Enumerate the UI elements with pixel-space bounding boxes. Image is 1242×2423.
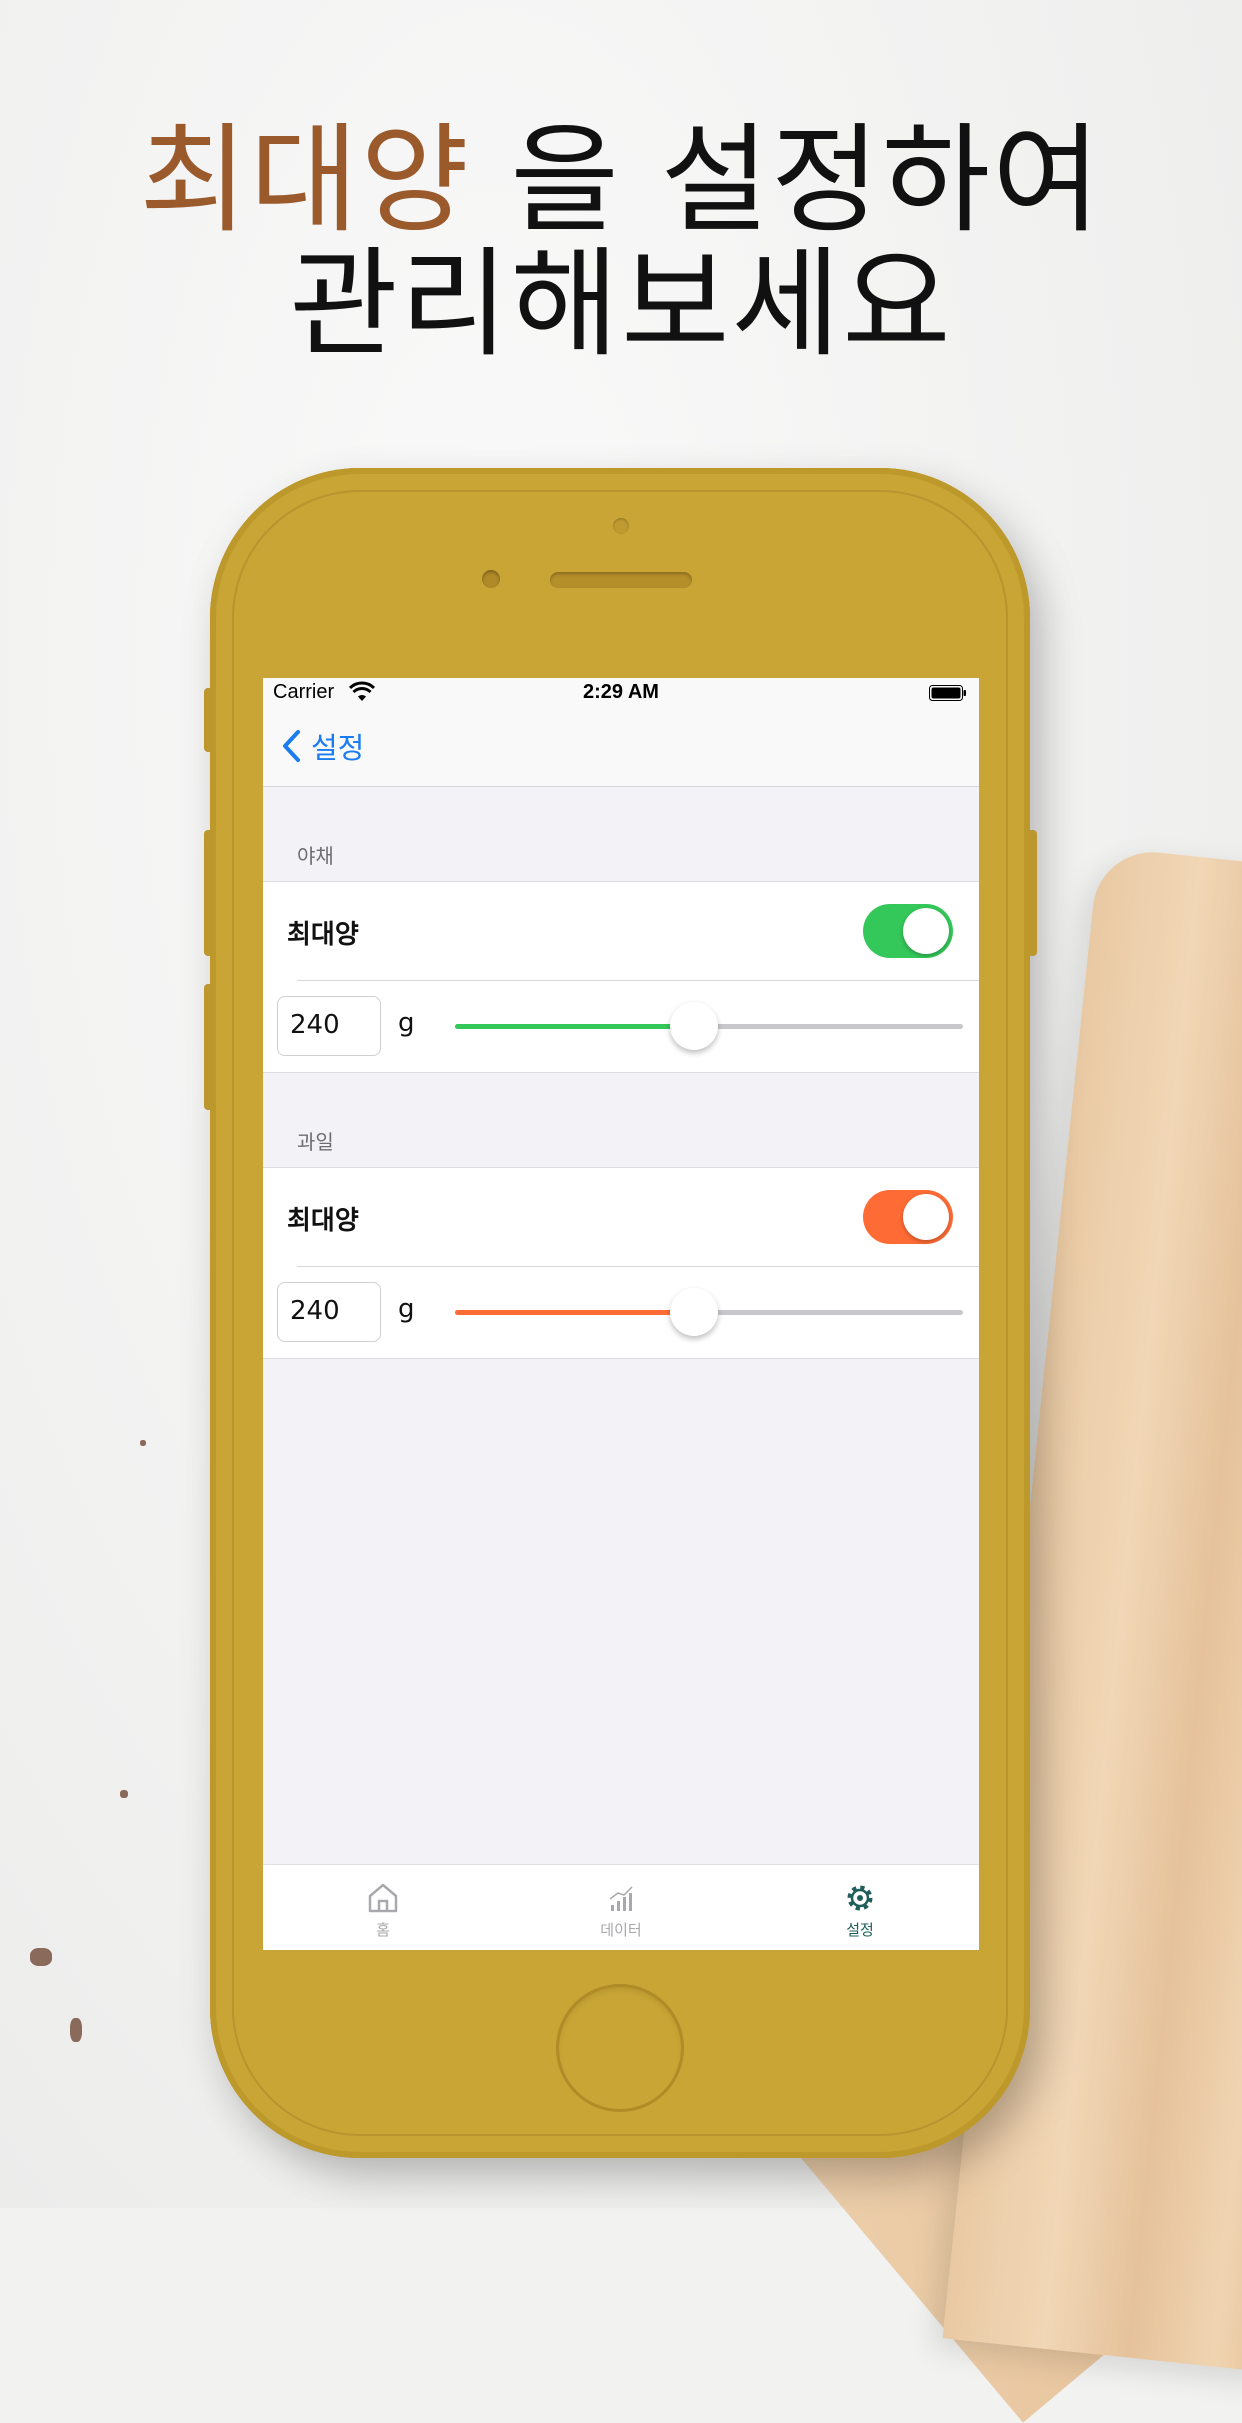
tab-data[interactable]: 데이터 [561, 1873, 681, 1940]
section-header-vegetables: 야채 [297, 844, 334, 868]
crumb [30, 1948, 52, 1966]
mute-switch [204, 688, 214, 752]
proximity-sensor [482, 570, 500, 588]
unit-label: g [398, 1294, 415, 1324]
max-amount-label: 최대양 [287, 1206, 359, 1236]
home-button[interactable] [556, 1984, 684, 2112]
tab-settings[interactable]: 설정 [800, 1873, 920, 1940]
tab-home-label: 홈 [376, 1921, 390, 1939]
crumb [140, 1440, 146, 1446]
quantity-slider[interactable] [455, 1288, 963, 1336]
section-fruits: 최대양 240 g [263, 1167, 979, 1359]
tab-data-label: 데이터 [600, 1921, 642, 1939]
row-separator [297, 980, 979, 981]
section-header-fruits: 과일 [297, 1130, 334, 1154]
max-amount-toggle[interactable] [863, 1190, 953, 1244]
headline-line1: 을 설정하여 [470, 111, 1103, 249]
gear-icon [847, 1885, 873, 1911]
quantity-value: 240 [290, 1296, 340, 1326]
headline-accent: 최대양 [139, 111, 471, 249]
power-button [1027, 830, 1037, 956]
app-screen: Carrier 2:29 AM 설정 야채 최대양 240 g 과일 최대양 2… [263, 678, 979, 1950]
slider-thumb[interactable] [669, 1288, 718, 1336]
slider-fill [455, 1024, 694, 1029]
headline: 최대양 을 설정하여 관리해보세요 [0, 118, 1242, 366]
chart-icon [609, 1886, 633, 1911]
front-camera [613, 518, 629, 534]
battery-icon [929, 685, 966, 701]
quantity-input[interactable]: 240 [277, 1282, 381, 1342]
volume-down-button [204, 984, 214, 1110]
navigation-bar: 설정 [263, 708, 979, 787]
tab-home[interactable]: 홈 [323, 1873, 443, 1940]
back-button-label: 설정 [311, 731, 365, 765]
unit-label: g [398, 1008, 415, 1038]
slider-thumb[interactable] [669, 1002, 718, 1050]
crumb [70, 2018, 82, 2042]
tab-bar: 홈 데이터 설정 [263, 1864, 979, 1950]
volume-up-button [204, 830, 214, 956]
section-vegetables: 최대양 240 g [263, 881, 979, 1073]
toggle-knob [903, 1194, 949, 1240]
status-bar: Carrier 2:29 AM [263, 678, 979, 708]
earpiece-speaker [550, 572, 692, 588]
status-time: 2:29 AM [583, 681, 659, 703]
quantity-slider[interactable] [455, 1002, 963, 1050]
quantity-input[interactable]: 240 [277, 996, 381, 1056]
max-amount-toggle[interactable] [863, 904, 953, 958]
max-amount-label: 최대양 [287, 920, 359, 950]
crumb [120, 1790, 128, 1798]
chevron-left-icon [283, 730, 300, 762]
house-icon [368, 1883, 398, 1913]
headline-line2: 관리해보세요 [289, 235, 953, 373]
quantity-value: 240 [290, 1010, 340, 1040]
toggle-knob [903, 908, 949, 954]
back-button[interactable]: 설정 [281, 724, 364, 768]
slider-fill [455, 1310, 694, 1315]
row-separator [297, 1266, 979, 1267]
tab-settings-label: 설정 [846, 1921, 874, 1939]
